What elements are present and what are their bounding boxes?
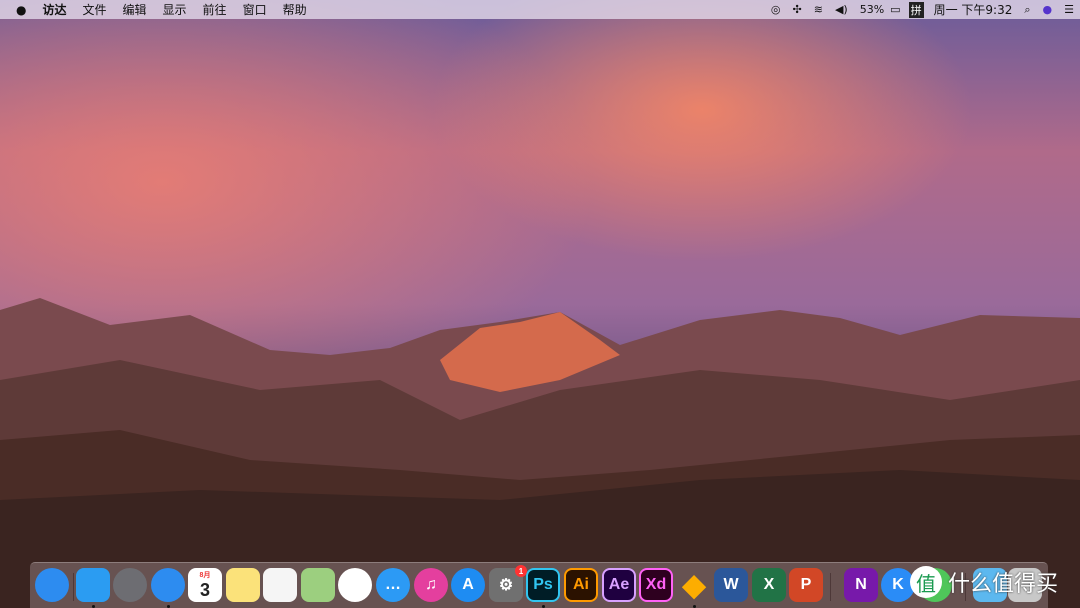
volume-icon[interactable]: ◀): [829, 3, 854, 16]
xd-icon: Xd: [645, 576, 667, 593]
input-method[interactable]: 拼: [908, 1, 924, 18]
sketch-icon: ◆: [682, 568, 706, 602]
after-effects-icon: Ae: [608, 576, 630, 593]
powerpoint-icon: P: [800, 576, 812, 593]
messages-icon: …: [385, 576, 401, 593]
dock-app-system-preferences[interactable]: ⚙ 1: [489, 565, 527, 602]
apple-menu-icon[interactable]: ●: [0, 3, 34, 17]
calendar-icon: 3: [199, 579, 210, 600]
menu-finder[interactable]: 访达: [34, 1, 74, 18]
battery-icon[interactable]: ▭: [890, 3, 904, 16]
menu-go[interactable]: 前往: [195, 1, 235, 18]
menu-bar: ● 访达 文件 编辑 显示 前往 窗口 帮助 ◎ ✣ ≋ ◀) 53% ▭ 拼 …: [0, 0, 1080, 19]
itunes-icon: ♫: [425, 576, 437, 593]
app-store-icon: A: [462, 576, 474, 593]
dock-app-photos[interactable]: [338, 568, 372, 602]
dock-app-maps[interactable]: [301, 568, 335, 602]
watermark-text: 什么值得买: [948, 572, 1059, 597]
dock-app-xd[interactable]: Xd: [639, 568, 673, 602]
menu-edit[interactable]: 编辑: [115, 1, 155, 18]
battery-percent[interactable]: 53%: [854, 3, 890, 16]
creative-cloud-icon[interactable]: ◎: [765, 3, 787, 16]
clock[interactable]: 周一 下午9:32: [928, 1, 1019, 18]
menu-view[interactable]: 显示: [155, 1, 195, 18]
dock-app-calendar[interactable]: 8月 3: [188, 568, 222, 602]
dock-app-word[interactable]: W: [714, 568, 748, 602]
dock-app-messages[interactable]: …: [376, 568, 410, 602]
illustrator-icon: Ai: [573, 576, 589, 593]
dock: 8月 3 … ♫ A ⚙ 1 Ps Ai Ae Xd ◆ W X P N K: [30, 562, 1048, 608]
watermark-logo: 值: [910, 566, 942, 598]
dock-app-finder[interactable]: [76, 568, 110, 602]
dock-app-safari[interactable]: [151, 568, 185, 602]
dock-app-excel[interactable]: X: [752, 568, 786, 602]
dock-separator: [73, 573, 74, 601]
menu-help[interactable]: 帮助: [275, 1, 315, 18]
wifi-icon[interactable]: ≋: [808, 3, 829, 16]
menu-file[interactable]: 文件: [75, 1, 115, 18]
dock-app-after-effects[interactable]: Ae: [602, 568, 636, 602]
dock-app-safari-downloads[interactable]: [35, 568, 69, 602]
calendar-month: 8月: [199, 571, 211, 579]
dock-app-notes[interactable]: [226, 568, 260, 602]
dock-app-sketch[interactable]: ◆: [677, 568, 711, 602]
dock-app-itunes[interactable]: ♫: [414, 568, 448, 602]
menu-window[interactable]: 窗口: [235, 1, 275, 18]
watermark: 值 什么值得买: [910, 566, 1058, 598]
system-preferences-icon: ⚙: [498, 577, 514, 594]
desktop-wallpaper: [0, 0, 1080, 608]
dock-app-launchpad[interactable]: [113, 568, 147, 602]
network-icon[interactable]: ✣: [787, 3, 808, 16]
notification-center-icon[interactable]: ☰: [1058, 3, 1080, 16]
dock-app-onenote[interactable]: N: [844, 568, 878, 602]
word-icon: W: [723, 576, 739, 593]
dock-separator: [830, 573, 831, 601]
dock-app-powerpoint[interactable]: P: [789, 568, 823, 602]
spotlight-search-icon[interactable]: ⌕: [1018, 3, 1036, 17]
siri-icon[interactable]: ●: [1037, 3, 1059, 16]
dock-app-illustrator[interactable]: Ai: [564, 568, 598, 602]
photoshop-icon: Ps: [533, 576, 553, 593]
dock-app-photoshop[interactable]: Ps: [526, 568, 560, 602]
dock-app-reminders[interactable]: [263, 568, 297, 602]
dock-app-app-store[interactable]: A: [451, 568, 485, 602]
onenote-icon: N: [855, 576, 867, 593]
kuaibo-icon: K: [892, 576, 904, 593]
excel-icon: X: [763, 576, 775, 593]
